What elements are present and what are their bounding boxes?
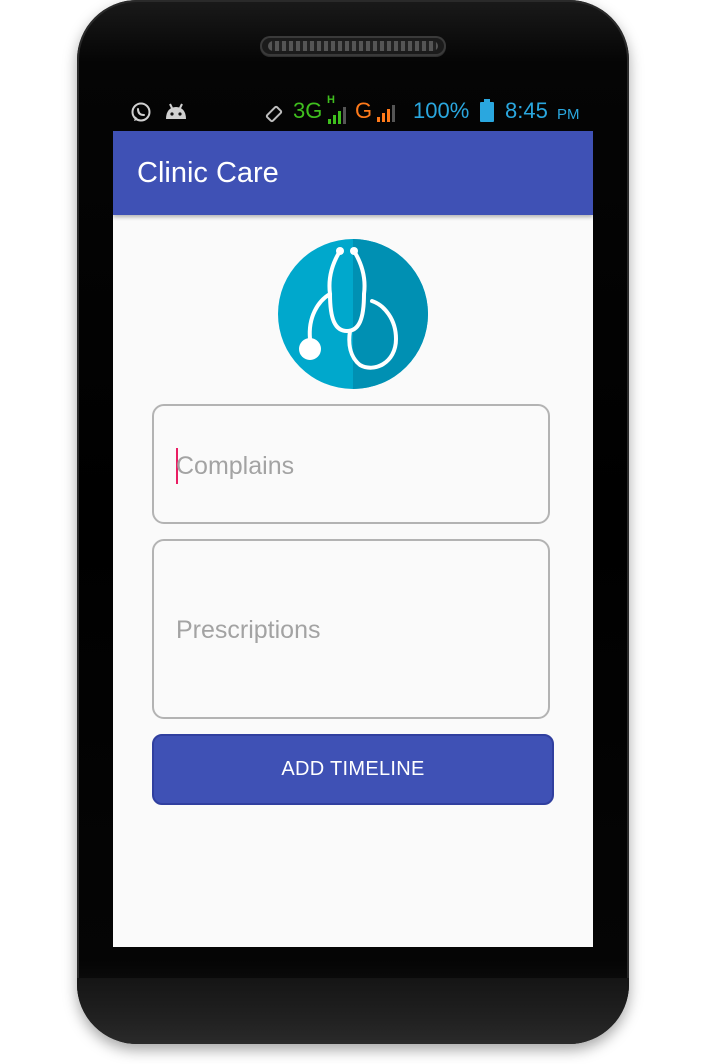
battery-icon — [479, 99, 495, 128]
speaker-grille — [260, 36, 446, 56]
app-title: Clinic Care — [137, 157, 279, 189]
signal-icon-2 — [376, 103, 400, 128]
prescriptions-field[interactable]: Prescriptions — [152, 539, 550, 719]
rotate-icon — [265, 105, 283, 128]
app-screen: Clinic Care Complains Prescriptions ADD … — [113, 131, 593, 947]
complains-placeholder: Complains — [176, 452, 295, 480]
status-bar: 3G H G 100% 8:45 PM — [113, 94, 593, 130]
clock-time: 8:45 — [505, 98, 548, 123]
whatsapp-icon — [130, 101, 152, 128]
stethoscope-icon — [278, 239, 428, 389]
app-bar: Clinic Care — [113, 131, 593, 215]
signal-icon-1 — [327, 105, 349, 130]
clock-ampm: PM — [557, 106, 580, 123]
battery-percent: 100% — [413, 98, 470, 123]
android-icon — [164, 103, 188, 126]
prescriptions-placeholder: Prescriptions — [176, 616, 321, 644]
network-g-label: G — [355, 98, 373, 123]
add-timeline-button[interactable]: ADD TIMELINE — [152, 734, 554, 805]
phone-bottom-bezel — [77, 978, 629, 1044]
network-3g-label: 3G — [293, 98, 323, 123]
complains-field[interactable]: Complains — [152, 404, 550, 524]
